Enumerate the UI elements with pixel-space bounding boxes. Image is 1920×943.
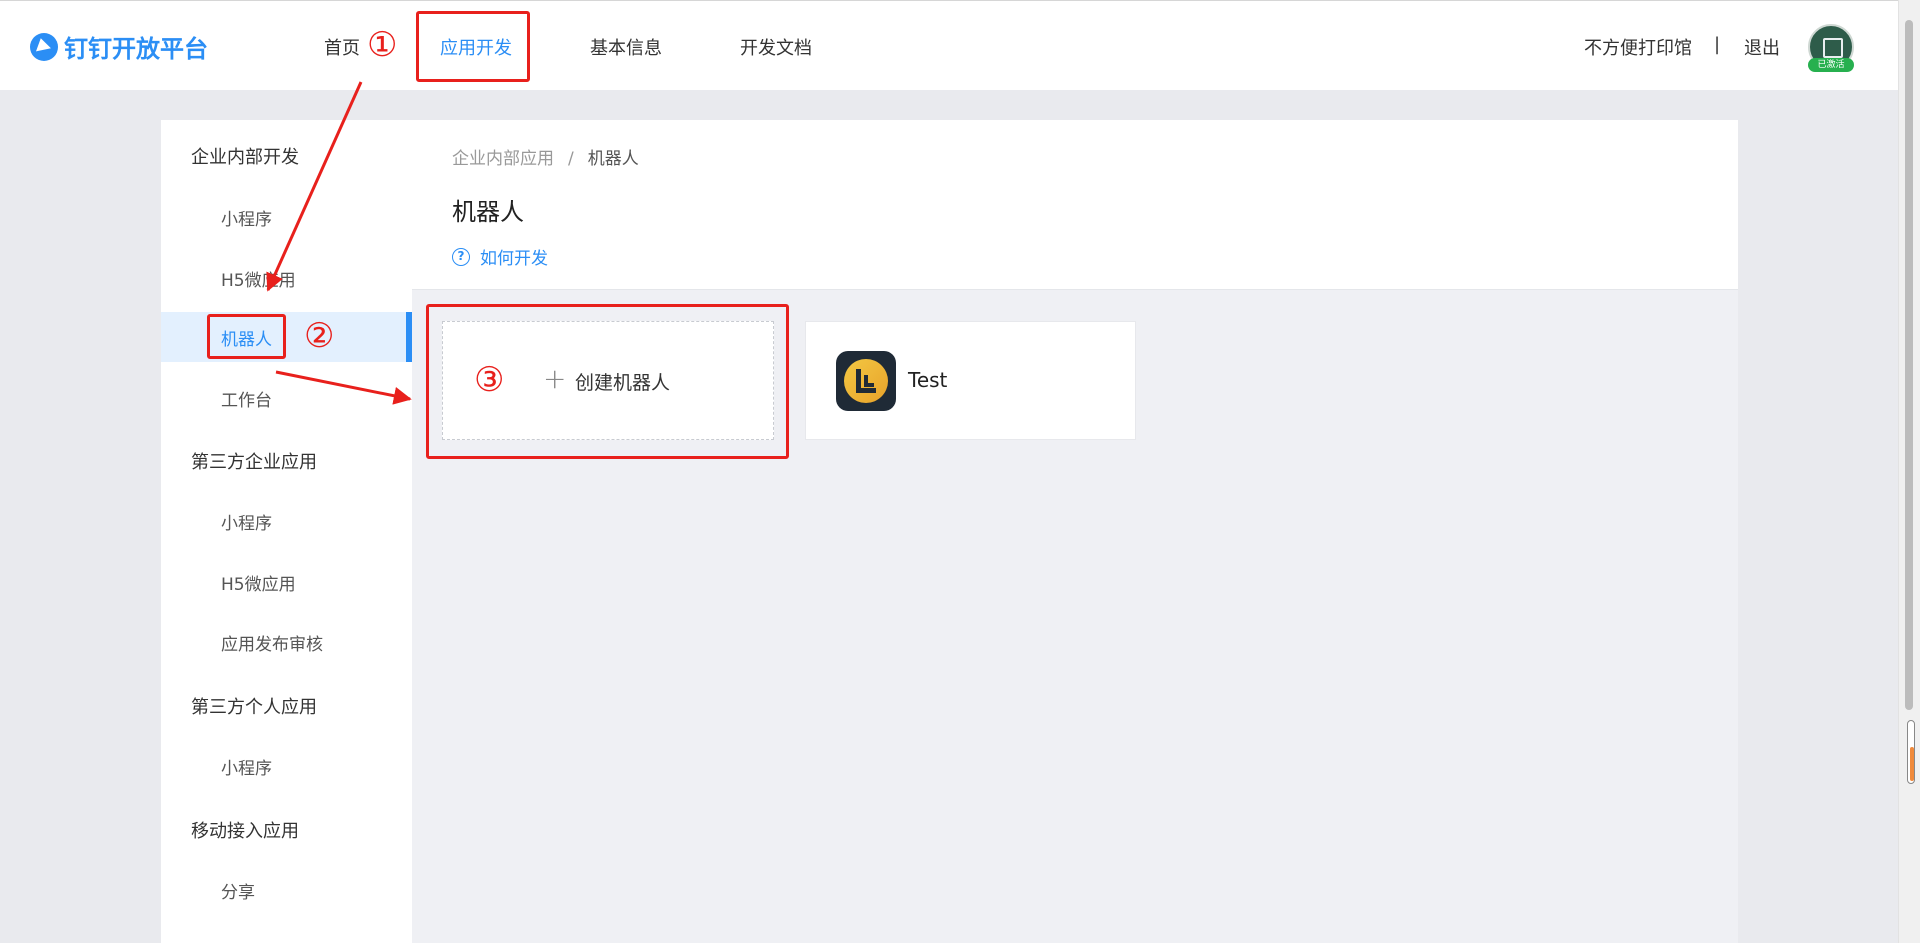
app-card[interactable]: Test bbox=[805, 321, 1136, 440]
logo-text: 钉钉开放平台 bbox=[64, 35, 208, 63]
annotation-number-3: ③ bbox=[474, 360, 505, 400]
sidebar-item-workbench[interactable]: 工作台 bbox=[221, 386, 272, 411]
how-to-develop-link[interactable]: ? 如何开发 bbox=[452, 244, 548, 269]
nav-basic-info[interactable]: 基本信息 bbox=[590, 34, 662, 60]
sidebar-group-internal[interactable]: 企业内部开发 bbox=[191, 143, 299, 169]
page-title: 机器人 bbox=[452, 198, 524, 226]
sidebar-item-h5[interactable]: H5微应用 bbox=[221, 570, 296, 595]
content-header: 企业内部应用 / 机器人 机器人 ? 如何开发 bbox=[412, 120, 1738, 290]
top-navbar: 钉钉开放平台 首页 应用开发 基本信息 开发文档 不方便打印馆 | 退出 bbox=[0, 0, 1898, 90]
help-link-label: 如何开发 bbox=[480, 249, 548, 269]
nav-dev-docs[interactable]: 开发文档 bbox=[740, 34, 812, 60]
sidebar-item-miniprogram[interactable]: 小程序 bbox=[221, 754, 272, 779]
annotation-box-1 bbox=[416, 11, 530, 82]
status-badge: 已激活 bbox=[1808, 58, 1854, 72]
breadcrumb: 企业内部应用 / 机器人 bbox=[452, 144, 639, 169]
breadcrumb-separator: / bbox=[568, 149, 574, 169]
annotation-box-2 bbox=[207, 314, 286, 359]
sidebar-active-highlight bbox=[161, 312, 412, 362]
header-divider: | bbox=[1714, 34, 1721, 55]
breadcrumb-item[interactable]: 企业内部应用 bbox=[452, 149, 554, 169]
scroll-indicator bbox=[1907, 720, 1915, 784]
scrollbar-thumb[interactable] bbox=[1905, 20, 1913, 710]
nav-home[interactable]: 首页 bbox=[324, 34, 360, 60]
annotation-number-2: ② bbox=[304, 316, 335, 356]
sidebar: 企业内部开发 小程序 H5微应用 机器人 工作台 第三方企业应用 小程序 H5微… bbox=[161, 120, 412, 943]
app-logo-icon bbox=[836, 351, 896, 411]
sidebar-item-miniprogram[interactable]: 小程序 bbox=[221, 509, 272, 534]
sidebar-group-mobile-access[interactable]: 移动接入应用 bbox=[191, 817, 299, 843]
question-circle-icon: ? bbox=[452, 247, 470, 266]
dingtalk-logo-icon bbox=[30, 32, 58, 61]
sidebar-group-third-party-enterprise[interactable]: 第三方企业应用 bbox=[191, 448, 317, 474]
app-name: Test bbox=[908, 368, 948, 392]
sidebar-item-miniprogram[interactable]: 小程序 bbox=[221, 205, 272, 230]
scrollbar[interactable] bbox=[1898, 0, 1920, 943]
annotation-number-1: ① bbox=[367, 25, 398, 65]
sidebar-item-share[interactable]: 分享 bbox=[221, 878, 255, 903]
sidebar-item-publish-review[interactable]: 应用发布审核 bbox=[221, 630, 323, 655]
user-name[interactable]: 不方便打印馆 bbox=[1584, 34, 1692, 60]
sidebar-item-h5[interactable]: H5微应用 bbox=[221, 266, 296, 291]
sidebar-group-third-party-personal[interactable]: 第三方个人应用 bbox=[191, 693, 317, 719]
logout-link[interactable]: 退出 bbox=[1744, 34, 1780, 60]
breadcrumb-current: 机器人 bbox=[587, 149, 639, 169]
logo[interactable]: 钉钉开放平台 bbox=[30, 29, 208, 64]
